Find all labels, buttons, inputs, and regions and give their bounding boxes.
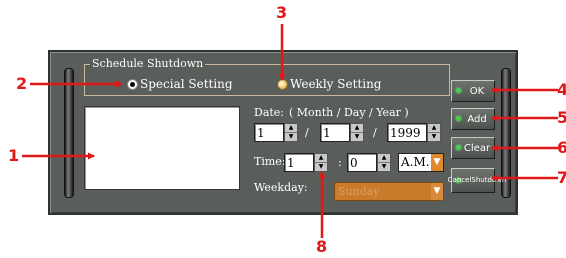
callout-1: 1	[8, 146, 20, 165]
callout-6: 6	[557, 138, 566, 157]
callout-4: 4	[557, 80, 566, 99]
callout-8: 8	[316, 237, 328, 256]
callout-arrows	[22, 24, 558, 238]
callout-5: 5	[557, 108, 566, 127]
callout-2: 2	[16, 74, 28, 93]
callout-3: 3	[276, 3, 288, 22]
callout-7: 7	[557, 168, 566, 187]
